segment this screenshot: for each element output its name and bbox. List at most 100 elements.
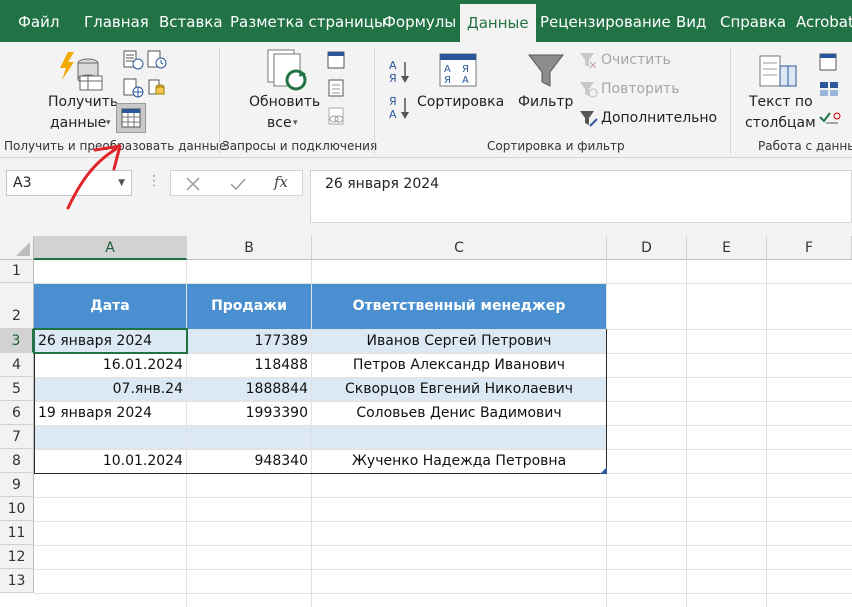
tab-review[interactable]: Рецензирование	[540, 0, 671, 42]
group-label-sort-filter: Сортировка и фильтр	[487, 139, 625, 153]
tab-page-layout[interactable]: Разметка страницы	[230, 0, 386, 42]
get-data-label-2[interactable]: данные	[50, 115, 106, 131]
table-cell[interactable]: Скворцов Евгений Николаевич	[312, 378, 606, 401]
from-text-icon[interactable]	[122, 50, 144, 70]
insert-function-icon[interactable]: fx	[274, 173, 288, 191]
excel-window: Файл Главная Вставка Разметка страницы Ф…	[0, 0, 852, 607]
sort-button[interactable]: Сортировка	[417, 94, 504, 110]
tab-data[interactable]: Данные	[460, 4, 536, 42]
active-cell-border	[33, 328, 188, 354]
tab-file[interactable]: Файл	[18, 0, 59, 42]
chevron-down-icon[interactable]: ▼	[118, 171, 125, 195]
row-header-10[interactable]: 10	[0, 497, 34, 521]
from-table-button[interactable]	[116, 103, 146, 133]
row-header-5[interactable]: 5	[0, 377, 34, 401]
formula-input[interactable]: 26 января 2024	[310, 170, 852, 223]
advanced-filter-icon	[580, 111, 598, 127]
tab-help[interactable]: Справка	[720, 0, 786, 42]
text-to-columns-label-1[interactable]: Текст по	[749, 94, 813, 110]
column-header-d[interactable]: D	[607, 236, 687, 260]
tab-insert[interactable]: Вставка	[159, 0, 223, 42]
row-header-6[interactable]: 6	[0, 401, 34, 425]
tab-view[interactable]: Вид	[676, 0, 706, 42]
sort-az-icon[interactable]: А Я	[388, 58, 414, 86]
svg-text:Я: Я	[389, 72, 397, 85]
table-resize-handle-icon[interactable]	[600, 467, 607, 474]
column-header-b[interactable]: B	[187, 236, 312, 260]
recent-sources-icon[interactable]	[146, 50, 168, 70]
table-cell[interactable]: 19 января 2024	[35, 402, 186, 425]
table-cell[interactable]	[187, 426, 311, 449]
table-cell[interactable]: 1888844	[187, 378, 311, 401]
table-cell[interactable]	[312, 426, 606, 449]
row-header-3[interactable]: 3	[0, 329, 34, 353]
row-header-1[interactable]: 1	[0, 260, 34, 283]
table-header-manager[interactable]: Ответственный менеджер	[312, 284, 606, 329]
text-to-columns-label-2[interactable]: столбцам	[745, 115, 816, 131]
select-all-corner[interactable]	[0, 236, 34, 260]
row-header-8[interactable]: 8	[0, 449, 34, 473]
properties-icon[interactable]	[326, 78, 348, 98]
from-web-icon[interactable]	[122, 78, 144, 98]
table-cell[interactable]: 07.янв.24	[35, 378, 186, 401]
table-cell[interactable]: 177389	[187, 330, 311, 353]
existing-connections-icon[interactable]	[146, 78, 168, 98]
reapply-icon	[580, 82, 598, 98]
column-header-c[interactable]: C	[312, 236, 607, 260]
row-header-12[interactable]: 12	[0, 545, 34, 569]
row-header-13[interactable]: 13	[0, 569, 34, 593]
table-cell[interactable]: Петров Александр Иванович	[312, 354, 606, 377]
flash-fill-icon[interactable]	[818, 52, 842, 72]
get-data-label-1[interactable]: Получить	[48, 94, 118, 110]
table-cell[interactable]: 10.01.2024	[35, 450, 186, 473]
remove-duplicates-icon[interactable]	[818, 80, 842, 100]
column-header-f[interactable]: F	[767, 236, 852, 260]
sort-za-icon[interactable]: Я А	[388, 94, 414, 122]
table-cell[interactable]	[35, 426, 186, 449]
refresh-all-label-1[interactable]: Обновить	[249, 94, 320, 110]
row-header-9[interactable]: 9	[0, 473, 34, 497]
tab-acrobat[interactable]: Acrobat	[796, 0, 852, 42]
row-header-7[interactable]: 7	[0, 425, 34, 449]
enter-icon[interactable]	[229, 176, 247, 192]
table-cell[interactable]: Жученко Надежда Петровна	[312, 450, 606, 473]
group-label-get-transform: Получить и преобразовать данные	[4, 139, 227, 153]
text-to-columns-icon	[759, 55, 797, 87]
select-all-triangle-icon	[16, 242, 30, 256]
refresh-all-icon	[267, 49, 307, 91]
column-header-e[interactable]: E	[687, 236, 767, 260]
table-cell[interactable]: Соловьев Денис Вадимович	[312, 402, 606, 425]
table-cell[interactable]: 1993390	[187, 402, 311, 425]
table-cell[interactable]: 948340	[187, 450, 311, 473]
table-cell[interactable]: 118488	[187, 354, 311, 377]
tab-home[interactable]: Главная	[84, 0, 149, 42]
table-header-sales[interactable]: Продажи	[187, 284, 311, 329]
data-validation-icon[interactable]	[818, 108, 842, 128]
edit-links-icon[interactable]	[326, 106, 348, 126]
formula-buttons: fx	[170, 170, 303, 196]
table-cell[interactable]: 16.01.2024	[35, 354, 186, 377]
clear-button[interactable]: Очистить	[601, 52, 671, 68]
filter-button[interactable]: Фильтр	[518, 94, 573, 110]
ribbon-separator	[374, 48, 375, 154]
drag-handle-icon[interactable]: ⋮	[147, 173, 161, 189]
tab-formulas[interactable]: Формулы	[383, 0, 456, 42]
row-header-2[interactable]: 2	[0, 283, 34, 329]
chevron-down-icon[interactable]: ▾	[106, 118, 111, 128]
advanced-button[interactable]: Дополнительно	[601, 110, 717, 126]
row-header-11[interactable]: 11	[0, 521, 34, 545]
reapply-button[interactable]: Повторить	[601, 81, 679, 97]
queries-connections-icon[interactable]	[326, 50, 348, 70]
refresh-all-label-2[interactable]: все	[267, 115, 292, 131]
svg-text:Я: Я	[389, 95, 397, 108]
worksheet-grid[interactable]: A B C D E F 1 2 3 4 5 6 7 8 9 10 11 12 1…	[0, 236, 852, 607]
column-header-a[interactable]: A	[34, 236, 187, 260]
svg-text:Я: Я	[444, 75, 451, 86]
chevron-down-icon[interactable]: ▾	[293, 118, 298, 128]
table-header-date[interactable]: Дата	[34, 284, 186, 329]
gridline	[34, 521, 852, 522]
cancel-icon[interactable]	[185, 176, 201, 192]
table-cell[interactable]: Иванов Сергей Петрович	[312, 330, 606, 353]
name-box[interactable]: A3 ▼	[6, 170, 132, 196]
row-header-4[interactable]: 4	[0, 353, 34, 377]
